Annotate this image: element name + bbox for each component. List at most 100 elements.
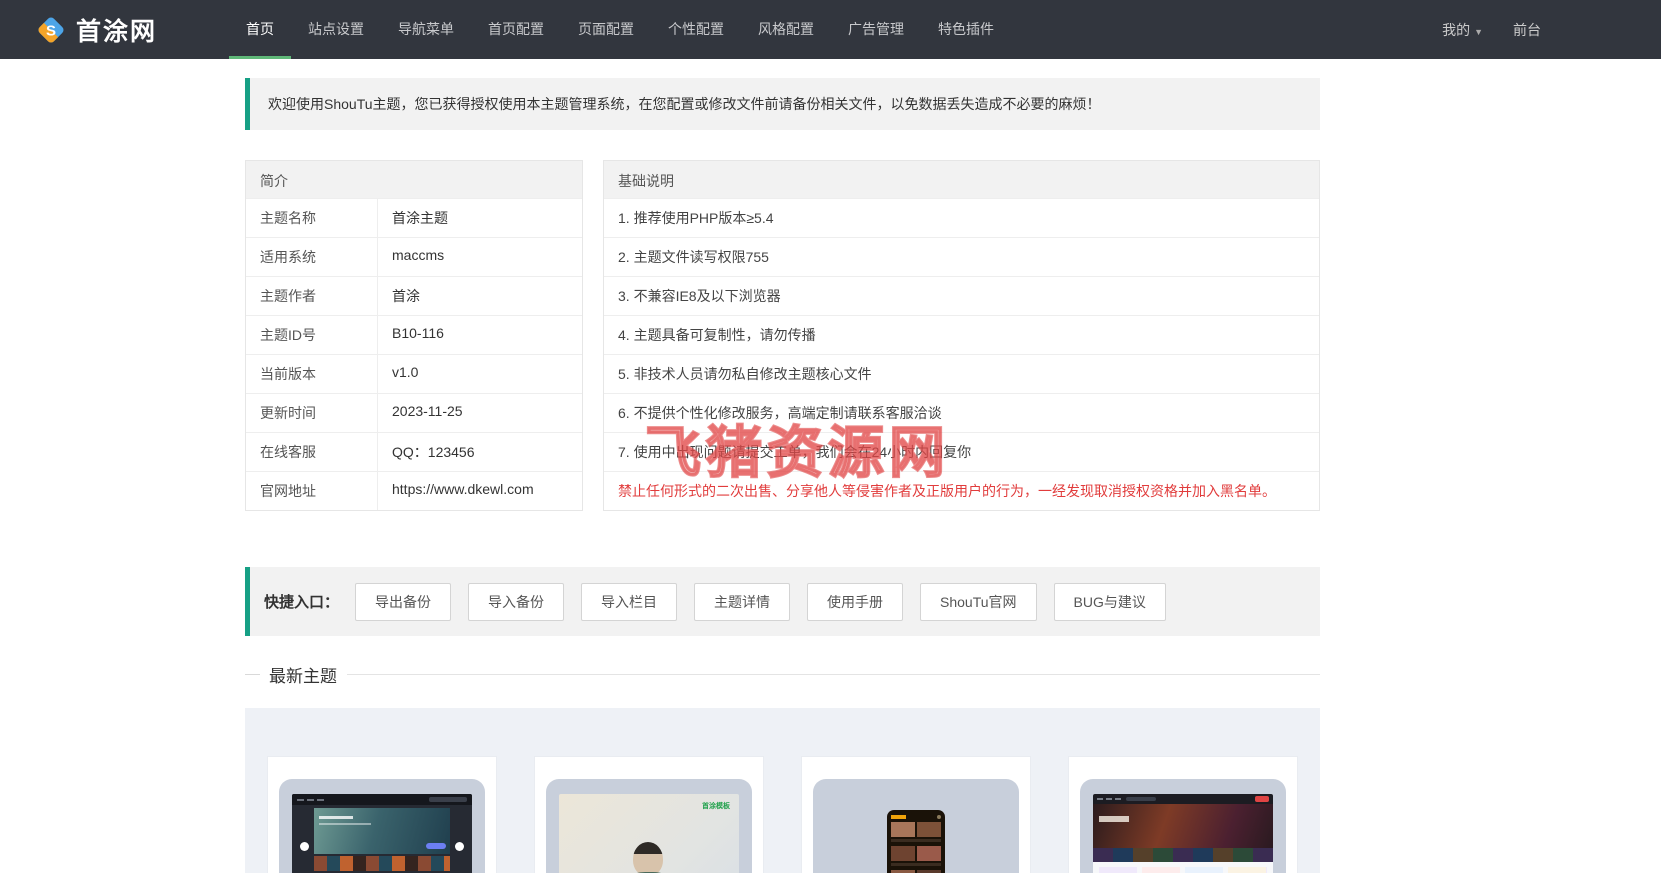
top-navbar: S 首涂网 首页 站点设置 导航菜单 首页配置 页面配置 个性配置 风格配置 广… <box>0 0 1661 59</box>
nav-item-personalization-config[interactable]: 个性配置 <box>651 0 741 59</box>
row-value: QQ：123456 <box>392 444 475 460</box>
nav-item-site-settings[interactable]: 站点设置 <box>291 0 381 59</box>
mock-play-button <box>426 843 446 849</box>
quick-btn-theme-details[interactable]: 主题详情 <box>694 582 791 621</box>
nav-item-home-config[interactable]: 首页配置 <box>471 0 561 59</box>
row-value: 首涂 <box>392 288 420 304</box>
row-label: 主题作者 <box>246 277 378 315</box>
theme2-overlay-text: 首涂模板 <box>702 803 730 810</box>
row-value: 首涂主题 <box>392 210 448 226</box>
mock-arrow-right-icon <box>455 842 464 851</box>
row-value: B10-116 <box>392 325 444 341</box>
notes-panel-title: 基础说明 <box>604 161 1319 198</box>
notes-panel: 基础说明 1. 推荐使用PHP版本≥5.4 2. 主题文件读写权限755 3. … <box>603 160 1320 511</box>
theme4-mock-feature-cards <box>1099 867 1267 873</box>
navbar-right: 我的 ▼ 前台 <box>1426 0 1661 59</box>
theme4-preview-image <box>1093 794 1273 873</box>
theme4-mock-navbar <box>1093 794 1273 804</box>
theme1-mock-navbar <box>292 794 472 805</box>
main-content: 欢迎使用ShouTu主题，您已获得授权使用本主题管理系统，在您配置或修改文件前请… <box>245 78 1320 873</box>
note-row: 3. 不兼容IE8及以下浏览器 <box>604 276 1319 315</box>
quick-btn-user-manual[interactable]: 使用手册 <box>807 582 904 621</box>
note-row: 1. 推荐使用PHP版本≥5.4 <box>604 198 1319 237</box>
note-row: 4. 主题具备可复制性，请勿传播 <box>604 315 1319 354</box>
svg-text:S: S <box>46 22 56 39</box>
theme1-tablet-frame <box>279 779 485 873</box>
theme4-mock-poster-strip <box>1093 848 1273 862</box>
quick-btn-bug-suggestions[interactable]: BUG与建议 <box>1053 582 1166 621</box>
table-row: 官网地址 https://www.dkewl.com <box>246 471 582 510</box>
note-row: 7. 使用中出现问题请提交工单，我们会在24小时内回复你 <box>604 432 1319 471</box>
theme-card-4[interactable] <box>1068 756 1298 873</box>
brand-logo[interactable]: S 首涂网 <box>35 0 157 59</box>
nav-item-featured-plugins[interactable]: 特色插件 <box>921 0 1011 59</box>
mock-person-head <box>633 842 663 873</box>
welcome-alert: 欢迎使用ShouTu主题，您已获得授权使用本主题管理系统，在您配置或修改文件前请… <box>245 78 1320 130</box>
official-site-link[interactable]: https://www.dkewl.com <box>378 472 582 510</box>
table-row: 适用系统 maccms <box>246 237 582 276</box>
table-row: 更新时间 2023-11-25 <box>246 393 582 432</box>
theme-card-2[interactable]: 首涂模板 ▶ <box>534 756 764 873</box>
heading-line-right <box>347 673 1320 675</box>
intro-panel-title: 简介 <box>246 161 582 198</box>
quick-btn-import-categories[interactable]: 导入栏目 <box>581 582 678 621</box>
mock-arrow-left-icon <box>300 842 309 851</box>
theme3-mock-thumb-row <box>891 846 941 861</box>
row-label: 在线客服 <box>246 433 378 471</box>
note-row: 2. 主题文件读写权限755 <box>604 237 1319 276</box>
quick-btn-shoutu-official[interactable]: ShouTu官网 <box>920 582 1037 621</box>
mock-dash <box>1097 798 1103 800</box>
mock-subtitle <box>319 823 371 825</box>
brand-name: 首涂网 <box>76 17 158 46</box>
row-value: v1.0 <box>392 364 419 380</box>
mock-caption <box>891 839 941 842</box>
latest-themes-heading: 最新主题 <box>245 662 1320 686</box>
theme2-tablet-frame: 首涂模板 ▶ <box>546 779 752 873</box>
intro-panel: 简介 主题名称 首涂主题 适用系统 maccms 主题作者 首涂 主题ID号 B… <box>245 160 583 511</box>
theme-card-1[interactable] <box>267 756 497 873</box>
mock-dash <box>1106 798 1112 800</box>
theme1-mock-poster-strip <box>314 856 450 871</box>
nav-item-page-config[interactable]: 页面配置 <box>561 0 651 59</box>
theme3-mock-header <box>891 815 941 819</box>
license-warning-text: 禁止任何形式的二次出售、分享他人等侵害作者及正版用户的行为，一经发现取消授权资格… <box>604 471 1319 510</box>
mock-dash <box>307 798 314 801</box>
nav-item-ad-management[interactable]: 广告管理 <box>831 0 921 59</box>
mock-search-bar <box>429 797 467 802</box>
quick-btn-export-backup[interactable]: 导出备份 <box>355 582 452 621</box>
nav-my-label: 我的 <box>1442 21 1471 38</box>
main-nav: 首页 站点设置 导航菜单 首页配置 页面配置 个性配置 风格配置 广告管理 特色… <box>229 0 1011 59</box>
nav-item-nav-menu[interactable]: 导航菜单 <box>381 0 471 59</box>
mock-caption <box>891 863 941 866</box>
row-label: 当前版本 <box>246 355 378 393</box>
row-value: 2023-11-25 <box>392 403 463 419</box>
mock-login-button <box>1255 796 1269 802</box>
latest-themes-band: 首涂模板 ▶ <box>245 708 1320 873</box>
brand-logo-icon: S <box>35 14 67 46</box>
row-label: 更新时间 <box>246 394 378 432</box>
nav-item-home[interactable]: 首页 <box>229 0 292 59</box>
row-label: 适用系统 <box>246 238 378 276</box>
theme1-preview-image <box>292 794 472 873</box>
theme4-tablet-frame <box>1080 779 1286 873</box>
row-label: 主题ID号 <box>246 316 378 354</box>
mock-title <box>1099 816 1129 822</box>
theme3-mock-thumb-row <box>891 822 941 837</box>
row-label: 官网地址 <box>246 472 378 510</box>
row-label: 主题名称 <box>246 199 378 237</box>
mock-dash <box>1115 798 1121 800</box>
note-row: 5. 非技术人员请勿私自修改主题核心文件 <box>604 354 1319 393</box>
theme-card-3[interactable] <box>801 756 1031 873</box>
info-tables: 简介 主题名称 首涂主题 适用系统 maccms 主题作者 首涂 主题ID号 B… <box>245 160 1320 511</box>
quick-btn-import-backup[interactable]: 导入备份 <box>468 582 565 621</box>
nav-my-dropdown[interactable]: 我的 ▼ <box>1426 20 1499 40</box>
nav-item-style-config[interactable]: 风格配置 <box>741 0 831 59</box>
caret-down-icon: ▼ <box>1474 26 1483 37</box>
latest-themes-title: 最新主题 <box>269 666 337 686</box>
nav-frontend-link[interactable]: 前台 <box>1499 20 1555 40</box>
mock-logo <box>891 815 906 819</box>
theme2-preview-image: 首涂模板 ▶ <box>559 794 739 873</box>
quick-entry-bar: 快捷入口： 导出备份 导入备份 导入栏目 主题详情 使用手册 ShouTu官网 … <box>245 567 1320 636</box>
mock-search-bar <box>1126 797 1156 801</box>
welcome-alert-text: 欢迎使用ShouTu主题，您已获得授权使用本主题管理系统，在您配置或修改文件前请… <box>268 96 1101 112</box>
